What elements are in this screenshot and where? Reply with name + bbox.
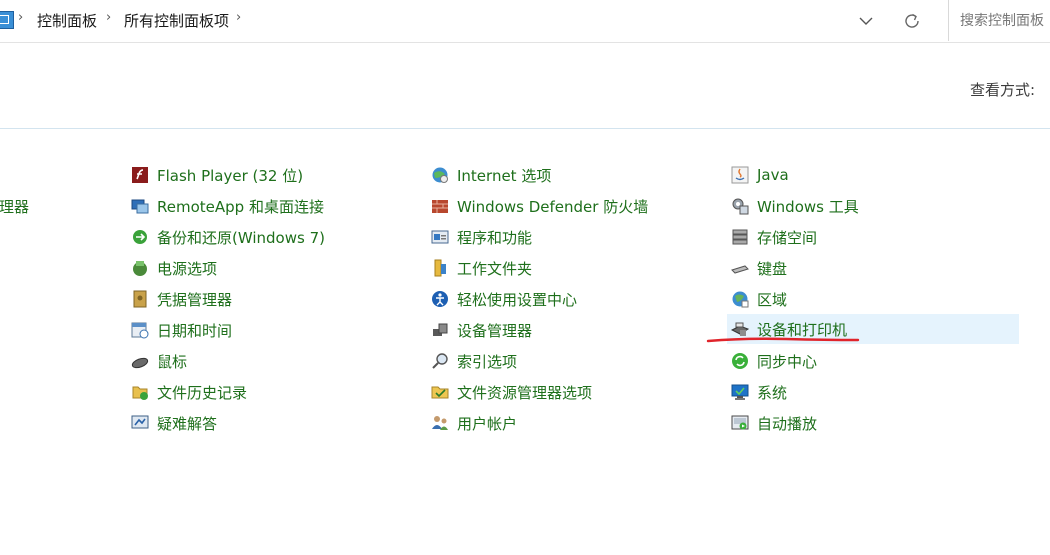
file-history-icon <box>131 383 149 401</box>
item-java[interactable]: Java <box>731 160 789 190</box>
item-windows-tools[interactable]: Windows 工具 <box>731 191 859 221</box>
breadcrumb-control-panel[interactable]: 控制面板 <box>37 10 97 31</box>
item-label: 文件历史记录 <box>157 383 248 402</box>
chevron-down-icon <box>859 17 873 25</box>
firewall-icon <box>431 197 449 215</box>
item-flash-player[interactable]: Flash Player (32 位) <box>131 160 303 190</box>
item-power-options[interactable]: 电源选项 <box>131 253 217 283</box>
ease-of-access-icon <box>431 290 449 308</box>
address-bar: › 控制面板 › 所有控制面板项 › <box>0 0 1050 43</box>
item-firewall[interactable]: Windows Defender 防火墙 <box>431 191 648 221</box>
chevron-right-icon[interactable]: › <box>106 10 111 25</box>
item-backup-restore[interactable]: 备份和还原(Windows 7) <box>131 222 325 252</box>
header-divider <box>0 128 1050 129</box>
item-troubleshooting[interactable]: 疑难解答 <box>131 408 217 438</box>
item-ease-of-access[interactable]: 轻松使用设置中心 <box>431 284 577 314</box>
item-system[interactable]: 系统 <box>731 377 787 407</box>
item-label: 理器 <box>0 197 30 216</box>
system-icon <box>731 383 749 401</box>
item-label: 用户帐户 <box>457 414 518 433</box>
item-remoteapp[interactable]: RemoteApp 和桌面连接 <box>131 191 324 221</box>
item-date-time[interactable]: 日期和时间 <box>131 315 232 345</box>
item-device-manager[interactable]: 设备管理器 <box>431 315 532 345</box>
item-region[interactable]: 区域 <box>731 284 787 314</box>
date-time-icon <box>131 321 149 339</box>
programs-features-icon <box>431 228 449 246</box>
item-label: 日期和时间 <box>157 321 233 340</box>
item-label: 键盘 <box>757 259 788 278</box>
item-autoplay[interactable]: 自动播放 <box>731 408 817 438</box>
item-credential-manager[interactable]: 凭据管理器 <box>131 284 232 314</box>
item-label: 自动播放 <box>757 414 818 433</box>
windows-tools-icon <box>731 197 749 215</box>
item-label: 设备管理器 <box>457 321 533 340</box>
item-label: 疑难解答 <box>157 414 218 433</box>
item-label: Internet 选项 <box>457 166 552 185</box>
item-label: 工作文件夹 <box>457 259 533 278</box>
item-label: 同步中心 <box>757 352 818 371</box>
refresh-button[interactable] <box>898 8 926 34</box>
chevron-right-icon[interactable]: › <box>236 10 241 25</box>
internet-options-icon <box>431 166 449 184</box>
device-manager-icon <box>431 321 449 339</box>
item-label: 凭据管理器 <box>157 290 233 309</box>
indexing-options-icon <box>431 352 449 370</box>
mouse-icon <box>131 352 149 370</box>
item-user-accounts[interactable]: 用户帐户 <box>431 408 517 438</box>
item-sync-center[interactable]: 同步中心 <box>731 346 817 376</box>
control-panel-icon[interactable] <box>0 11 14 29</box>
red-underline-annotation <box>706 337 860 343</box>
breadcrumb-all-items[interactable]: 所有控制面板项 <box>124 10 229 31</box>
item-label: 程序和功能 <box>457 228 533 247</box>
item-indexing-options[interactable]: 索引选项 <box>431 346 517 376</box>
region-icon <box>731 290 749 308</box>
item-label: 系统 <box>757 383 788 402</box>
item-label: Windows 工具 <box>757 197 859 216</box>
view-by-label: 查看方式: <box>970 81 1036 99</box>
item-label: 备份和还原(Windows 7) <box>157 228 325 247</box>
keyboard-icon <box>731 259 749 277</box>
item-explorer-options[interactable]: 文件资源管理器选项 <box>431 377 592 407</box>
item-file-history[interactable]: 文件历史记录 <box>131 377 247 407</box>
sync-center-icon <box>731 352 749 370</box>
item-label: 鼠标 <box>157 352 188 371</box>
search-input[interactable] <box>949 0 1050 41</box>
power-options-icon <box>131 259 149 277</box>
address-dropdown-button[interactable] <box>852 8 880 34</box>
autoplay-icon <box>731 414 749 432</box>
item-mouse[interactable]: 鼠标 <box>131 346 187 376</box>
item-label: Java <box>757 166 789 184</box>
control-panel-item[interactable]: 理器 <box>0 191 29 221</box>
item-label: 电源选项 <box>157 259 218 278</box>
item-internet-options[interactable]: Internet 选项 <box>431 160 551 190</box>
item-label: 索引选项 <box>457 352 518 371</box>
item-storage-spaces[interactable]: 存储空间 <box>731 222 817 252</box>
backup-restore-icon <box>131 228 149 246</box>
refresh-icon <box>905 13 919 28</box>
storage-spaces-icon <box>731 228 749 246</box>
item-keyboard[interactable]: 键盘 <box>731 253 787 283</box>
item-label: 轻松使用设置中心 <box>457 290 578 309</box>
troubleshooting-icon <box>131 414 149 432</box>
item-label: 文件资源管理器选项 <box>457 383 593 402</box>
java-icon <box>731 166 749 184</box>
item-label: 存储空间 <box>757 228 818 247</box>
flash-player-icon <box>131 166 149 184</box>
work-folders-icon <box>431 259 449 277</box>
explorer-options-icon <box>431 383 449 401</box>
search-box[interactable] <box>948 0 1050 41</box>
item-label: 区域 <box>757 290 788 309</box>
credential-manager-icon <box>131 290 149 308</box>
item-label: Flash Player (32 位) <box>157 166 304 185</box>
remote-desktop-icon <box>131 197 149 215</box>
item-label: Windows Defender 防火墙 <box>457 197 649 216</box>
item-label: RemoteApp 和桌面连接 <box>157 197 324 216</box>
user-accounts-icon <box>431 414 449 432</box>
item-programs-features[interactable]: 程序和功能 <box>431 222 532 252</box>
chevron-right-icon[interactable]: › <box>18 10 23 25</box>
item-work-folders[interactable]: 工作文件夹 <box>431 253 532 283</box>
